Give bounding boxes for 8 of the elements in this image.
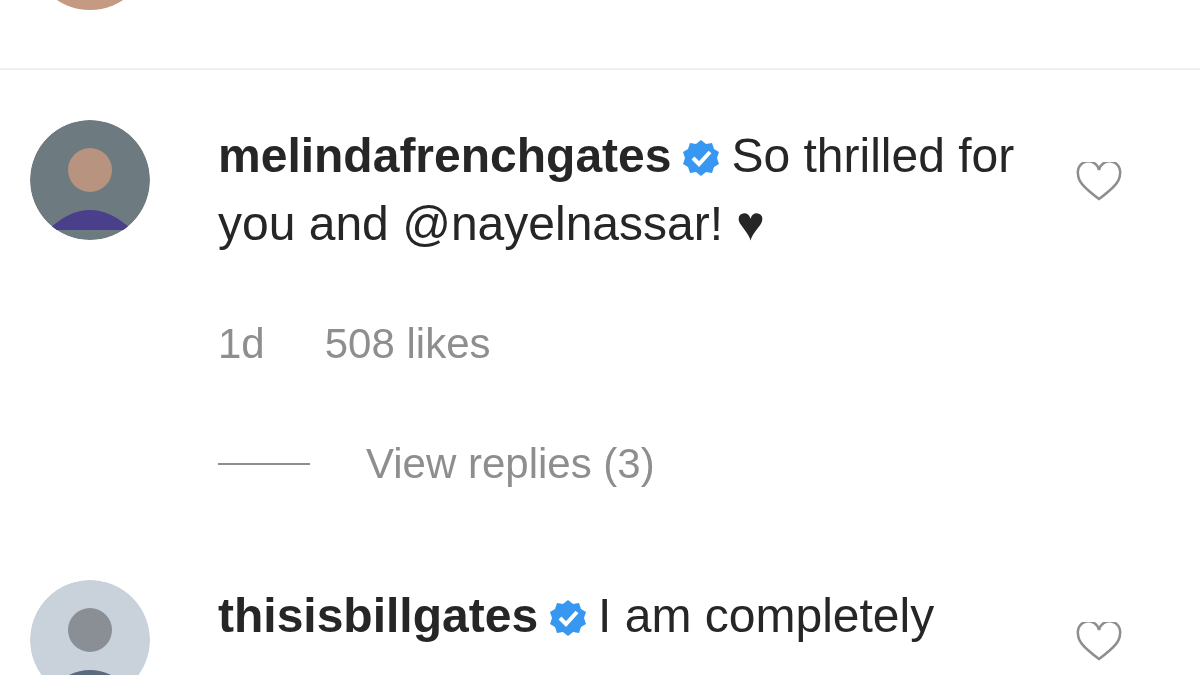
comment-text: melindafrenchgates So thrilled for you and @nayelnassar! ♥ — [218, 128, 1016, 252]
avatar[interactable] — [30, 120, 150, 240]
username-link[interactable]: thisisbillgates — [218, 589, 539, 642]
comment-text: thisisbillgates I am completely — [218, 588, 936, 644]
username-link[interactable]: melindafrenchgates — [218, 129, 672, 182]
comment-time: 1d — [218, 320, 265, 368]
heart-icon[interactable] — [1075, 622, 1123, 662]
heart-icon[interactable] — [1075, 162, 1123, 202]
